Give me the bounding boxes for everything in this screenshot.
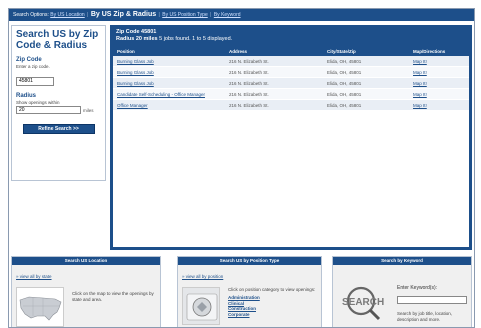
table-row: Burning Glass Job 216 N. Elizabeth St. E…	[113, 78, 469, 89]
address-cell: 216 N. Elizabeth St.	[229, 92, 269, 97]
position-panel-text: Click on position category to view openi…	[228, 287, 316, 292]
city-cell: Elida, OH, 45801	[327, 92, 362, 97]
option-position-type-link[interactable]: By US Position Type	[162, 12, 208, 18]
city-cell: Elida, OH, 45801	[327, 70, 362, 75]
zip-code-label: Zip Code	[16, 57, 42, 63]
refine-search-button[interactable]: Refine Search >>	[22, 124, 95, 134]
search-magnifier-image: SEARCH	[339, 279, 389, 325]
results-table: Position Address City/State/Zip Map/Dire…	[113, 47, 469, 247]
location-panel-title: Search US Location	[12, 257, 160, 265]
table-row: Office Manager 216 N. Elizabeth St. Elid…	[113, 100, 469, 111]
results-table-header: Position Address City/State/Zip Map/Dire…	[113, 47, 469, 56]
view-all-by-state-link[interactable]: » view all by state	[16, 274, 52, 279]
keyword-panel-text: Search by job title, location, descripti…	[397, 311, 453, 322]
results-summary: 5 jobs found. 1 to 5 displayed.	[159, 36, 233, 42]
city-cell: Elida, OH, 45801	[327, 59, 362, 64]
table-row: Burning Glass Job 216 N. Elizabeth St. E…	[113, 56, 469, 67]
position-search-panel: Search US by Position Type » view all by…	[177, 256, 322, 327]
search-form-title: Search US by Zip Code & Radius	[16, 29, 99, 51]
search-options-label: Search Options:	[13, 12, 49, 18]
zip-code-hint: Enter a zip code.	[16, 64, 50, 69]
location-panel-text: Click on the map to view the openings by…	[72, 291, 154, 302]
radius-label: Radius	[16, 93, 37, 99]
column-header-city: City/State/Zip	[327, 49, 356, 54]
results-radius-summary: Radius 20 miles 5 jobs found. 1 to 5 dis…	[113, 36, 469, 43]
map-it-link[interactable]: Map It!	[413, 81, 427, 86]
search-form-panel: Search US by Zip Code & Radius Zip Code …	[11, 25, 106, 181]
search-options-bar: Search Options: By US Location | By US Z…	[9, 9, 474, 21]
option-separator: |	[87, 12, 89, 18]
option-current-zip-radius: By US Zip & Radius	[90, 11, 157, 18]
option-separator: |	[158, 12, 160, 18]
position-link[interactable]: Candidate Self-Scheduling - Office Manag…	[117, 92, 205, 97]
radius-input[interactable]	[16, 106, 81, 114]
position-panel-title: Search US by Position Type	[178, 257, 321, 265]
address-cell: 216 N. Elizabeth St.	[229, 103, 269, 108]
results-radius-line: Radius 20 miles	[116, 36, 158, 42]
keyword-search-panel: Search by Keyword SEARCH Enter Keyword(s…	[332, 256, 472, 327]
keyword-input[interactable]	[397, 295, 467, 304]
table-row: Candidate Self-Scheduling - Office Manag…	[113, 89, 469, 100]
address-cell: 216 N. Elizabeth St.	[229, 59, 269, 64]
position-category-image	[182, 287, 220, 325]
position-link[interactable]: Burning Glass Job	[117, 59, 154, 64]
page-frame: Search Options: By US Location | By US Z…	[8, 8, 475, 328]
column-header-map: Map/Directions	[413, 49, 446, 54]
search-image-text: SEARCH	[342, 297, 384, 308]
zip-code-input[interactable]	[16, 76, 54, 86]
position-link[interactable]: Office Manager	[117, 103, 148, 108]
keyword-label: Enter Keyword(s):	[397, 285, 438, 291]
column-header-position: Position	[117, 49, 135, 54]
option-us-location-link[interactable]: By US Location	[50, 12, 84, 18]
results-panel: Zip Code 45801 Radius 20 miles 5 jobs fo…	[110, 25, 472, 250]
address-cell: 216 N. Elizabeth St.	[229, 81, 269, 86]
city-cell: Elida, OH, 45801	[327, 81, 362, 86]
map-it-link[interactable]: Map It!	[413, 92, 427, 97]
view-all-by-position-link[interactable]: » view all by position	[182, 274, 223, 279]
radius-hint: Show openings within	[16, 100, 60, 105]
map-it-link[interactable]: Map It!	[413, 103, 427, 108]
radius-unit: miles	[83, 107, 94, 113]
position-link[interactable]: Burning Glass Job	[117, 81, 154, 86]
map-it-link[interactable]: Map It!	[413, 70, 427, 75]
us-map-image[interactable]	[16, 287, 64, 327]
city-cell: Elida, OH, 45801	[327, 103, 362, 108]
position-link[interactable]: Burning Glass Job	[117, 70, 154, 75]
location-search-panel: Search US Location » view all by state C…	[11, 256, 161, 327]
category-link-corporate[interactable]: Corporate	[228, 312, 318, 318]
map-it-link[interactable]: Map It!	[413, 59, 427, 64]
address-cell: 216 N. Elizabeth St.	[229, 70, 269, 75]
table-row: Burning Glass Job 216 N. Elizabeth St. E…	[113, 67, 469, 78]
option-separator: |	[210, 12, 212, 18]
results-zip-line: Zip Code 45801	[116, 29, 157, 35]
column-header-address: Address	[229, 49, 248, 54]
keyword-panel-title: Search by Keyword	[333, 257, 471, 265]
option-keyword-link[interactable]: By Keyword	[214, 12, 241, 18]
